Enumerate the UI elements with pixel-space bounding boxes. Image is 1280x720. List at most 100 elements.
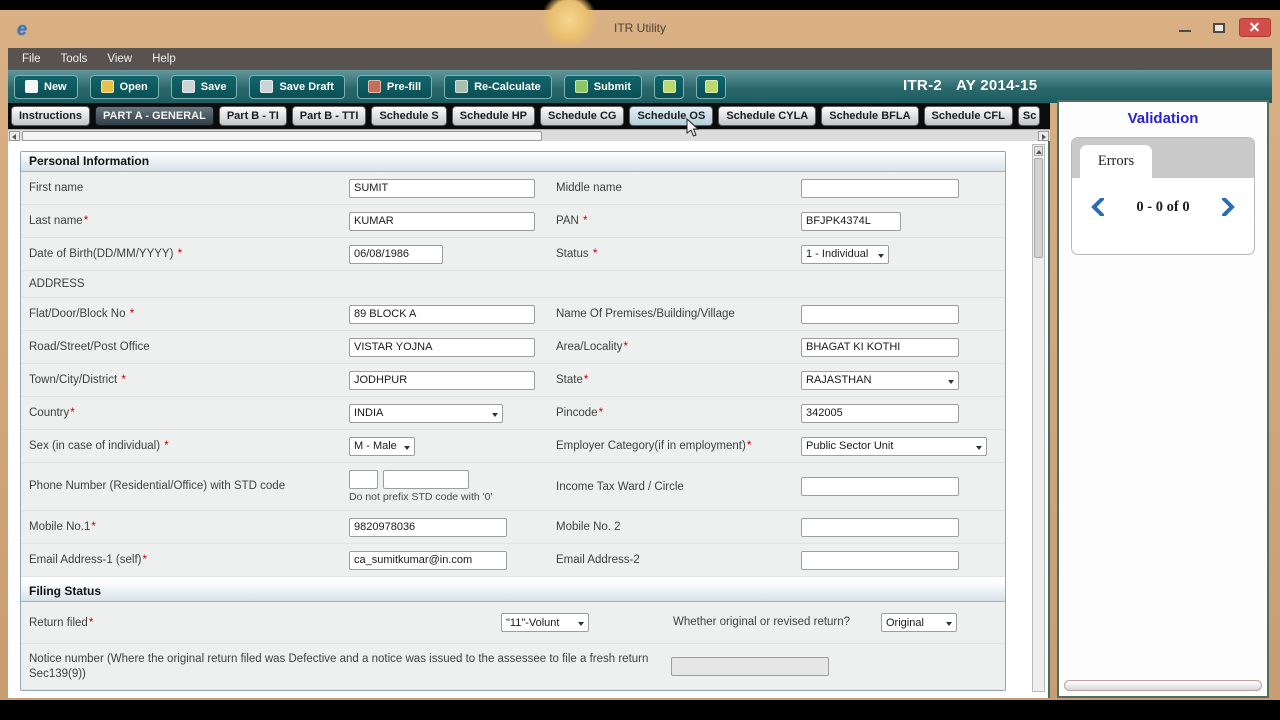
scrollbar-thumb[interactable] — [22, 131, 542, 141]
menu-file[interactable]: File — [22, 53, 41, 65]
pan-input[interactable] — [801, 211, 901, 231]
form-row: Flat/Door/Block No * Name Of Premises/Bu… — [21, 298, 1005, 331]
tab-part-a-general[interactable]: PART A - GENERAL — [94, 106, 214, 126]
std-code-input[interactable] — [349, 470, 378, 490]
road-street-input[interactable] — [349, 337, 535, 357]
form-vertical-scrollbar[interactable] — [1032, 144, 1045, 692]
sex-dropdown[interactable]: M - Male — [349, 436, 415, 456]
scroll-left-button[interactable] — [9, 131, 20, 141]
tab-schedule-os[interactable]: Schedule OS — [629, 106, 714, 126]
field-label: Mobile No.1* — [21, 521, 349, 533]
label-text: First name — [29, 182, 84, 194]
validation-scrollbar[interactable] — [1064, 680, 1262, 691]
date-of-birth-input[interactable] — [349, 244, 443, 264]
scroll-up-button[interactable] — [1034, 146, 1043, 156]
last-name-input[interactable] — [349, 211, 535, 231]
field-cell — [349, 517, 556, 537]
save-draft-button[interactable]: Save Draft — [249, 74, 345, 99]
tab-schedule-partial[interactable]: Sc — [1017, 106, 1040, 126]
label-text: Flat/Door/Block No — [29, 308, 129, 320]
flat-door-block-input[interactable] — [349, 304, 535, 324]
dropdown-value: Public Sector Unit — [806, 440, 894, 452]
label-text: Email Address-1 (self) — [29, 554, 142, 566]
tab-schedule-hp[interactable]: Schedule HP — [451, 106, 535, 126]
email-1-input[interactable] — [349, 550, 507, 570]
pre-fill-button[interactable]: Pre-fill — [356, 74, 433, 99]
close-button[interactable] — [1240, 19, 1270, 36]
field-cell — [349, 244, 556, 264]
tab-part-b-ti[interactable]: Part B - TI — [218, 106, 287, 126]
income-tax-ward-input[interactable] — [801, 477, 959, 497]
tab-schedule-bfla[interactable]: Schedule BFLA — [821, 106, 919, 126]
tab-errors[interactable]: Errors — [1080, 145, 1152, 178]
field-cell — [801, 337, 1005, 357]
first-name-input[interactable] — [349, 178, 535, 198]
employer-category-dropdown[interactable]: Public Sector Unit — [801, 436, 987, 456]
mobile-1-input[interactable] — [349, 517, 507, 537]
re-calculate-button[interactable]: Re-Calculate — [444, 74, 552, 99]
required-marker: * — [142, 554, 147, 566]
mobile-2-input[interactable] — [801, 517, 959, 537]
field-label: Middle name — [556, 182, 801, 194]
tab-scrollbar[interactable] — [8, 129, 1050, 141]
area-locality-input[interactable] — [801, 337, 959, 357]
pager-text: 0 - 0 of 0 — [1136, 198, 1190, 215]
field-cell: INDIA — [349, 403, 556, 423]
return-filed-dropdown[interactable]: "11"-Volunt — [501, 613, 589, 632]
label-text: Income Tax Ward / Circle — [556, 480, 684, 493]
toolbar-extra-button-1[interactable] — [654, 74, 685, 99]
tab-schedule-cfl[interactable]: Schedule CFL — [923, 106, 1013, 126]
toolbar-extra-button-2[interactable] — [696, 74, 727, 99]
label-text: Last name — [29, 215, 83, 227]
country-dropdown[interactable]: INDIA — [349, 403, 503, 423]
field-label: Road/Street/Post Office — [21, 341, 349, 353]
field-label: Employer Category(if in employment)* — [556, 439, 801, 453]
maximize-button[interactable] — [1206, 20, 1232, 36]
label-text: Employer Category(if in employment) — [556, 439, 746, 452]
field-label: Status * — [556, 248, 801, 260]
menu-view[interactable]: View — [107, 53, 132, 65]
submit-button[interactable]: Submit — [563, 74, 643, 99]
tab-schedule-cg[interactable]: Schedule CG — [540, 106, 625, 126]
form-row: First name Middle name — [21, 172, 1005, 205]
label-text: Road/Street/Post Office — [29, 341, 150, 353]
label-text: Status — [556, 248, 592, 260]
menu-help[interactable]: Help — [152, 53, 176, 65]
field-label: Name Of Premises/Building/Village — [556, 308, 801, 320]
middle-name-input[interactable] — [801, 178, 959, 198]
re-calculate-icon — [455, 80, 469, 93]
label-text: Town/City/District — [29, 374, 121, 386]
tab-part-b-tti[interactable]: Part B - TTI — [291, 106, 367, 126]
validation-tab-bar: Errors — [1072, 138, 1254, 178]
state-dropdown[interactable]: RAJASTHAN — [801, 370, 959, 390]
menu-tools[interactable]: Tools — [61, 53, 88, 65]
pager-prev-icon[interactable] — [1090, 198, 1106, 216]
new-button[interactable]: New — [14, 74, 78, 99]
field-label: Income Tax Ward / Circle — [556, 481, 801, 493]
open-button[interactable]: Open — [89, 74, 159, 99]
tab-instructions[interactable]: Instructions — [11, 106, 90, 126]
address-section-label: ADDRESS — [29, 278, 85, 290]
label-text: Pincode — [556, 407, 598, 419]
status-dropdown[interactable]: 1 - Individual — [801, 244, 889, 264]
field-cell: "11"-Volunt — [501, 613, 673, 632]
original-revised-dropdown[interactable]: Original — [881, 613, 957, 632]
tab-schedule-cyla[interactable]: Schedule CYLA — [718, 106, 817, 126]
tab-schedule-s[interactable]: Schedule S — [371, 106, 447, 126]
field-label: Town/City/District * — [21, 374, 349, 386]
town-city-input[interactable] — [349, 370, 535, 390]
scrollbar-thumb[interactable] — [1034, 158, 1043, 258]
re-calculate-button-label: Re-Calculate — [474, 80, 541, 93]
email-2-input[interactable] — [801, 550, 959, 570]
required-marker: * — [70, 407, 75, 419]
pincode-input[interactable] — [801, 403, 959, 423]
field-cell — [349, 550, 556, 570]
scroll-right-button[interactable] — [1038, 131, 1049, 141]
phone-number-input[interactable] — [383, 470, 469, 490]
notice-number-input — [671, 657, 829, 677]
minimize-button[interactable] — [1172, 20, 1198, 36]
pager-next-icon[interactable] — [1220, 198, 1236, 216]
save-button[interactable]: Save — [170, 74, 238, 99]
window-controls — [1172, 19, 1270, 36]
premises-input[interactable] — [801, 304, 959, 324]
